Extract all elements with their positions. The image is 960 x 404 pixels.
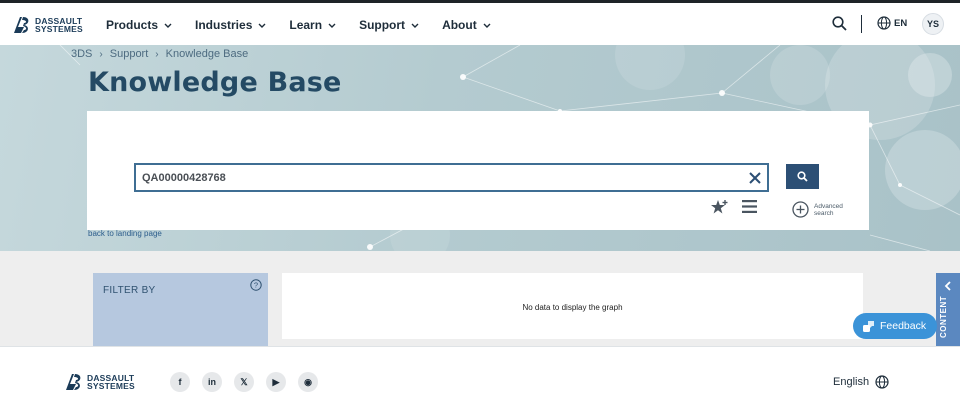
brand-logo[interactable]: DASSAULT SYSTEMES: [12, 15, 83, 35]
hero-banner: 3DS › Support › Knowledge Base Knowledge…: [0, 45, 960, 251]
graph-empty-message: No data to display the graph: [522, 303, 623, 312]
back-to-landing-link[interactable]: back to landing page: [88, 229, 162, 238]
footer-language-switcher[interactable]: English: [833, 375, 889, 389]
plus-circle-icon: [792, 201, 809, 218]
globe-icon: [877, 16, 891, 30]
feedback-button[interactable]: Feedback: [853, 313, 937, 339]
chevron-down-icon: [164, 23, 172, 28]
brand-line-2: SYSTEMES: [87, 381, 135, 391]
close-icon[interactable]: [748, 171, 762, 185]
menu-label: Products: [106, 18, 159, 32]
breadcrumb-item-support[interactable]: Support: [110, 48, 149, 60]
favorite-star-add-icon[interactable]: [711, 199, 729, 216]
filter-panel: FILTER BY ?: [93, 273, 268, 346]
menu-label: About: [442, 18, 477, 32]
chevron-down-icon: [483, 23, 491, 28]
language-code: EN: [894, 17, 908, 29]
filter-title: FILTER BY: [103, 285, 156, 296]
youtube-icon[interactable]: ▶: [266, 372, 286, 392]
ds-logo-icon: [14, 17, 29, 33]
user-avatar[interactable]: YS: [922, 13, 944, 35]
breadcrumb-item-3ds[interactable]: 3DS: [71, 48, 92, 60]
footer-brand-logo[interactable]: DASSAULT SYSTEMES: [64, 372, 135, 392]
breadcrumb: 3DS › Support › Knowledge Base: [71, 48, 248, 60]
feedback-icon: [863, 320, 874, 332]
search-icon: [797, 171, 808, 182]
advanced-search-link[interactable]: Advanced search: [792, 201, 846, 218]
side-tab-label: CONTENT: [939, 295, 948, 338]
site-footer: DASSAULT SYSTEMES f in 𝕏 ▶ ◉ English: [0, 346, 960, 404]
list-menu-icon[interactable]: [742, 200, 757, 213]
linkedin-icon[interactable]: in: [202, 372, 222, 392]
chevron-left-icon: [944, 281, 951, 291]
menu-label: Industries: [195, 18, 253, 32]
menu-about[interactable]: About: [442, 18, 491, 32]
menu-label: Learn: [289, 18, 323, 32]
social-links: f in 𝕏 ▶ ◉: [170, 372, 330, 392]
menu-label: Support: [359, 18, 406, 32]
globe-icon: [875, 375, 889, 389]
page-title: Knowledge Base: [88, 67, 342, 98]
main-navigation: DASSAULT SYSTEMES Products Industries Le…: [0, 3, 960, 45]
breadcrumb-separator-icon: ›: [155, 48, 159, 60]
search-field-wrapper: [134, 163, 769, 192]
search-panel: Advanced search: [87, 111, 869, 230]
help-question-icon[interactable]: ?: [250, 279, 262, 291]
brand-line-2: SYSTEMES: [35, 24, 83, 34]
svg-text:?: ?: [254, 281, 258, 290]
breadcrumb-item-knowledge-base: Knowledge Base: [165, 48, 249, 60]
menu-support[interactable]: Support: [359, 18, 419, 32]
rss-icon[interactable]: ◉: [298, 372, 318, 392]
nav-divider: [861, 15, 862, 33]
menu-products[interactable]: Products: [106, 18, 172, 32]
search-icon[interactable]: [832, 16, 847, 31]
top-menu: Products Industries Learn Support About: [106, 18, 514, 32]
content-side-tab[interactable]: CONTENT: [936, 273, 960, 346]
breadcrumb-separator-icon: ›: [99, 48, 103, 60]
menu-industries[interactable]: Industries: [195, 18, 266, 32]
search-button[interactable]: [786, 164, 819, 189]
menu-learn[interactable]: Learn: [289, 18, 336, 32]
results-area: FILTER BY ? No data to display the graph…: [0, 251, 960, 346]
ds-logo-icon: [66, 374, 81, 390]
x-twitter-icon[interactable]: 𝕏: [234, 372, 254, 392]
search-input[interactable]: [142, 171, 737, 184]
advanced-search-label: Advanced search: [814, 202, 843, 217]
feedback-label: Feedback: [880, 320, 927, 332]
graph-panel: No data to display the graph: [282, 273, 863, 339]
footer-language-label: English: [833, 376, 870, 388]
facebook-icon[interactable]: f: [170, 372, 190, 392]
language-switcher[interactable]: EN: [877, 16, 907, 30]
chevron-down-icon: [328, 23, 336, 28]
chevron-down-icon: [411, 23, 419, 28]
chevron-down-icon: [258, 23, 266, 28]
